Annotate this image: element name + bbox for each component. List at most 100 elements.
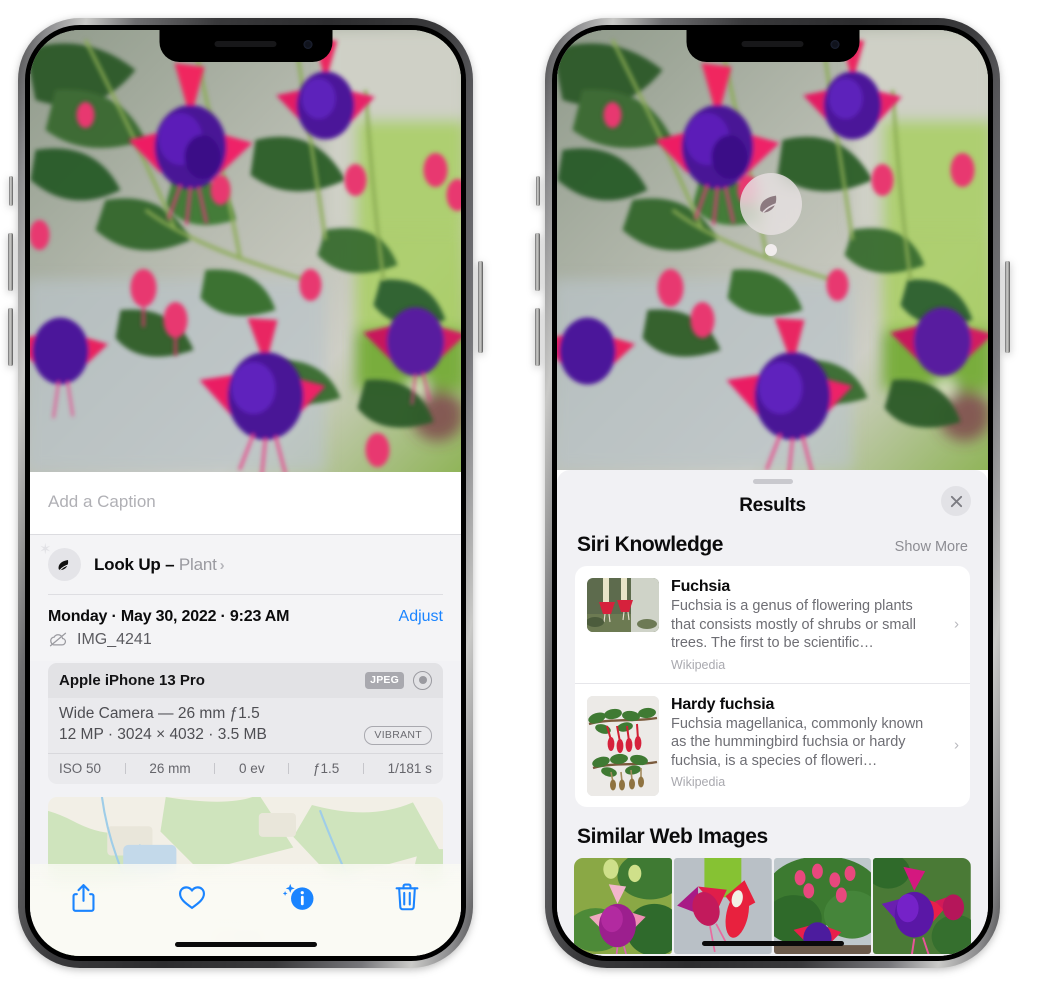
knowledge-thumbnail (587, 695, 659, 796)
look-up-row[interactable]: ✶ Look Up – Plant › (30, 535, 461, 594)
delete-button[interactable] (383, 876, 431, 918)
camera-header: Apple iPhone 13 Pro JPEG (48, 662, 443, 698)
share-icon (72, 883, 95, 912)
power-button[interactable] (1005, 261, 1010, 353)
home-indicator[interactable] (174, 942, 317, 947)
front-camera (303, 40, 312, 49)
phone-bezel-right: Results Siri Knowledge Show More Fuchsia… (552, 25, 993, 961)
file-name: IMG_4241 (77, 630, 152, 648)
leaf-icon (58, 559, 68, 570)
results-header: Results (557, 484, 988, 533)
front-camera (830, 40, 839, 49)
knowledge-title: Hardy fuchsia (671, 695, 775, 713)
similar-web-images-header: Similar Web Images (557, 807, 988, 858)
trash-icon (395, 883, 419, 911)
knowledge-description: Fuchsia magellanica, commonly known as t… (671, 715, 924, 769)
volume-up-button[interactable] (535, 233, 540, 291)
home-indicator[interactable] (701, 941, 844, 946)
close-icon (950, 495, 962, 507)
camera-body: Wide Camera — 26 mm ƒ1.5 12 MP · 3024 × … (48, 698, 443, 753)
photo-style-badge: VIBRANT (364, 725, 432, 745)
results-title: Results (739, 495, 806, 516)
info-button[interactable] (275, 876, 323, 918)
leaf-icon-container: ✶ (39, 542, 81, 581)
raw-circle-icon[interactable] (413, 670, 432, 690)
photo-info-sheet: Add a Caption ✶ Look Up – Plant › Monday… (30, 472, 461, 956)
show-more-button[interactable]: Show More (895, 539, 968, 555)
caption-input[interactable]: Add a Caption (30, 472, 461, 535)
mute-switch[interactable] (9, 176, 13, 206)
earpiece-speaker (214, 41, 277, 47)
separator (362, 762, 364, 774)
separator (124, 762, 126, 774)
chevron-right-icon: › (219, 556, 225, 574)
leaf-icon (760, 195, 777, 213)
volume-up-button[interactable] (8, 233, 13, 291)
share-button[interactable] (60, 876, 108, 918)
info-sparkle-icon (282, 883, 314, 910)
web-image-thumbnail[interactable] (873, 857, 971, 954)
web-image-thumbnail[interactable] (574, 857, 672, 954)
look-up-subject: Plant (178, 554, 217, 574)
knowledge-text: Hardy fuchsia Fuchsia magellanica, commo… (671, 696, 958, 790)
screenshot-stage: Add a Caption ✶ Look Up – Plant › Monday… (0, 0, 1055, 985)
knowledge-text: Fuchsia Fuchsia is a genus of flowering … (671, 578, 958, 672)
size-line: 12 MP · 3024 × 4032 · 3.5 MB (59, 726, 267, 743)
knowledge-thumbnail (587, 578, 659, 632)
web-image-thumbnail[interactable] (673, 857, 772, 954)
similar-web-images-title: Similar Web Images (577, 824, 768, 848)
size-row: 12 MP · 3024 × 4032 · 3.5 MB VIBRANT (59, 725, 432, 745)
exif-aperture: ƒ1.5 (312, 760, 340, 776)
power-button[interactable] (478, 261, 483, 353)
siri-knowledge-title: Siri Knowledge (577, 533, 724, 556)
photo-metadata: Monday · May 30, 2022 · 9:23 AM Adjust I… (30, 594, 461, 661)
exif-focal: 26 mm (149, 760, 191, 776)
iphone-left: Add a Caption ✶ Look Up – Plant › Monday… (8, 18, 483, 968)
heart-icon (178, 885, 205, 909)
screen-right: Results Siri Knowledge Show More Fuchsia… (557, 30, 988, 956)
phone-bezel-left: Add a Caption ✶ Look Up – Plant › Monday… (25, 25, 466, 961)
exif-exposure: 0 ev (239, 760, 265, 776)
similar-web-images-strip[interactable] (557, 857, 988, 954)
camera-model: Apple iPhone 13 Pro (59, 671, 205, 689)
siri-knowledge-card: Fuchsia Fuchsia is a genus of flowering … (575, 566, 970, 807)
knowledge-source: Wikipedia (671, 775, 726, 790)
volume-down-button[interactable] (8, 308, 13, 366)
knowledge-item[interactable]: Fuchsia Fuchsia is a genus of flowering … (575, 566, 970, 683)
visual-look-up-badge[interactable] (740, 173, 802, 235)
exif-shutter: 1/181 s (387, 760, 432, 776)
web-image-thumbnail[interactable] (773, 857, 872, 954)
date-row: Monday · May 30, 2022 · 9:23 AM Adjust (48, 595, 443, 626)
knowledge-source: Wikipedia (671, 657, 726, 672)
results-sheet: Results Siri Knowledge Show More Fuchsia… (557, 470, 988, 956)
camera-info-card[interactable]: Apple iPhone 13 Pro JPEG Wide Camera — 2… (48, 662, 443, 784)
sparkle-icon: ✶ (39, 541, 52, 558)
chevron-right-icon: › (954, 736, 959, 754)
capture-date: Monday · May 30, 2022 · 9:23 AM (48, 607, 290, 625)
earpiece-speaker (741, 41, 804, 47)
format-badge: JPEG (365, 671, 404, 689)
lens-line: Wide Camera — 26 mm ƒ1.5 (59, 704, 260, 722)
photo-viewer[interactable] (30, 30, 461, 472)
screen-left: Add a Caption ✶ Look Up – Plant › Monday… (30, 30, 461, 956)
favorite-button[interactable] (168, 876, 216, 918)
knowledge-item[interactable]: Hardy fuchsia Fuchsia magellanica, commo… (575, 682, 970, 807)
mute-switch[interactable] (536, 176, 540, 206)
knowledge-title: Fuchsia (671, 578, 731, 595)
close-button[interactable] (941, 486, 971, 516)
look-up-prefix: Look Up – (94, 554, 179, 574)
knowledge-description: Fuchsia is a genus of flowering plants t… (671, 598, 916, 652)
chevron-right-icon: › (954, 615, 959, 633)
visual-look-up-anchor-dot (765, 244, 777, 256)
separator (288, 762, 290, 774)
separator (214, 762, 216, 774)
notch-left (159, 30, 332, 62)
iphone-right: Results Siri Knowledge Show More Fuchsia… (535, 18, 1010, 968)
camera-badges: JPEG (365, 670, 432, 690)
siri-knowledge-header: Siri Knowledge Show More (557, 533, 988, 566)
look-up-label: Look Up – Plant › (94, 554, 225, 575)
cloud-slash-icon (49, 632, 67, 647)
adjust-button[interactable]: Adjust (399, 608, 443, 626)
volume-down-button[interactable] (535, 308, 540, 366)
exif-row: ISO 50 26 mm 0 ev ƒ1.5 1/181 s (48, 752, 443, 784)
